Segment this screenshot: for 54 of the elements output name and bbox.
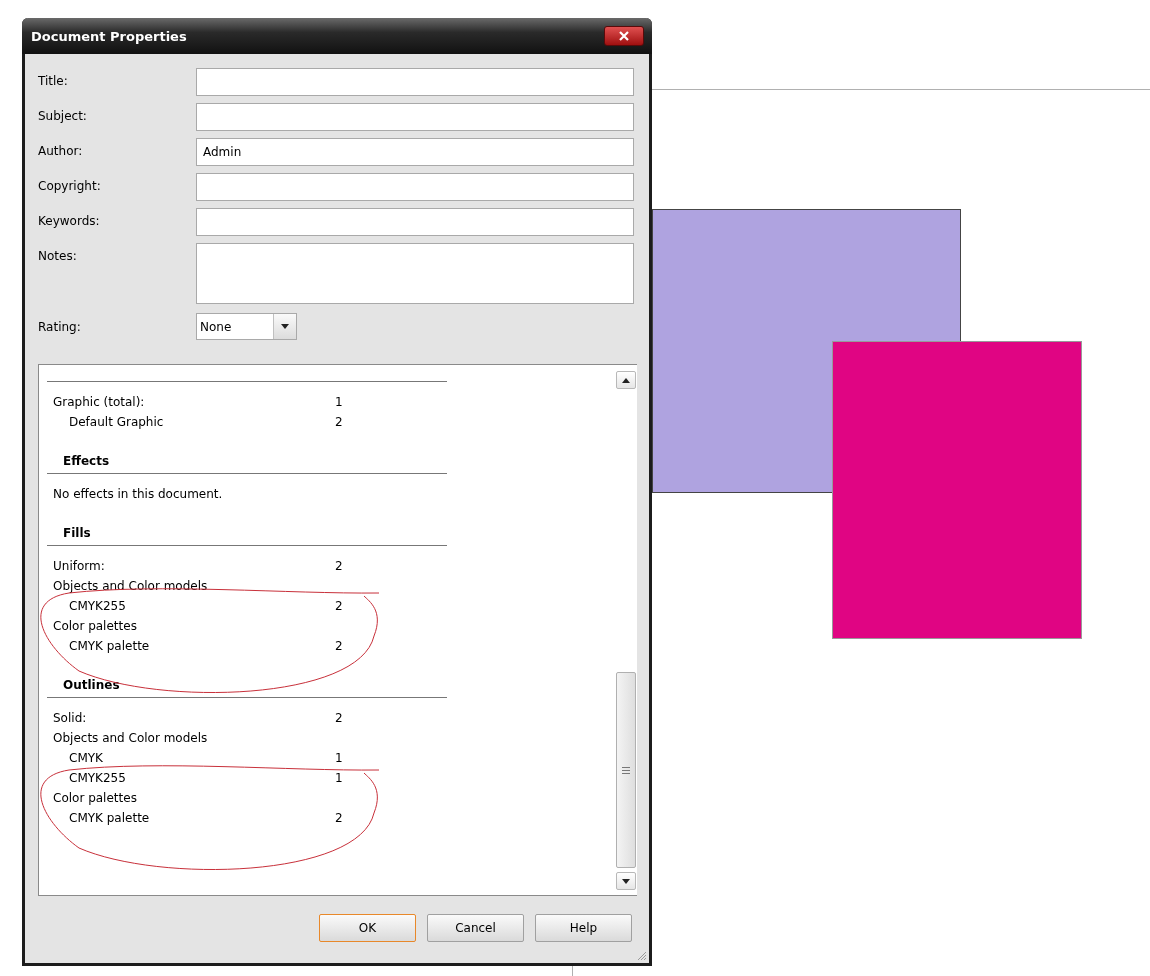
report-label: Graphic (total):: [53, 395, 146, 409]
field-label: Author:: [38, 143, 84, 158]
dialog-button[interactable]: Help: [535, 914, 632, 942]
report-label: CMYK palette: [69, 639, 151, 653]
report-note: No effects in this document.: [52, 486, 224, 503]
field-label: Subject:: [38, 108, 88, 123]
window-title: Document Properties: [31, 28, 187, 44]
field-label: Keywords:: [38, 213, 101, 228]
report-label: Color palettes: [53, 791, 138, 805]
field-label: Rating:: [38, 319, 82, 334]
report-value: 2: [335, 599, 344, 613]
report-value: 2: [335, 639, 344, 653]
section-heading: Outlines: [47, 678, 447, 698]
scroll-thumb[interactable]: [616, 672, 636, 868]
report-value: 2: [335, 711, 344, 725]
report-value: 2: [335, 811, 344, 825]
report-label: Objects and Color models: [53, 731, 209, 745]
report-label: CMYK palette: [69, 811, 151, 825]
input-field[interactable]: [196, 103, 634, 131]
rating-dropdown[interactable]: None: [196, 313, 297, 340]
input-field[interactable]: Admin: [196, 138, 634, 166]
report-label: Uniform:: [53, 559, 106, 573]
notes-field[interactable]: [196, 243, 634, 304]
dialog-button[interactable]: OK: [319, 914, 416, 942]
report-label: Color palettes: [53, 619, 138, 633]
report-label: Solid:: [53, 711, 88, 725]
dialog-button[interactable]: Cancel: [427, 914, 524, 942]
report-value: 2: [335, 415, 344, 429]
close-button[interactable]: [604, 26, 644, 46]
field-label: Title:: [38, 73, 69, 88]
report-value: 1: [335, 771, 344, 785]
report-value: 1: [335, 751, 344, 765]
report-label: Objects and Color models: [53, 579, 209, 593]
input-field[interactable]: [196, 208, 634, 236]
close-icon: [619, 31, 629, 41]
down-arrow-icon: [622, 878, 630, 884]
report-value: 2: [335, 559, 344, 573]
caret-icon: [281, 324, 289, 329]
report-value: 1: [335, 395, 344, 409]
report-label: CMYK255: [69, 771, 127, 785]
resize-grip-icon: [637, 951, 647, 961]
field-label: Notes:: [38, 248, 78, 263]
section-heading: Effects: [47, 454, 447, 474]
up-arrow-icon: [622, 377, 630, 383]
report-label: Default Graphic: [69, 415, 165, 429]
field-label: Copyright:: [38, 178, 102, 193]
scroll-down-button[interactable]: [616, 872, 636, 890]
input-field[interactable]: [196, 68, 634, 96]
section-heading: Fills: [47, 526, 447, 546]
scroll-up-button[interactable]: [616, 371, 636, 389]
report-label: CMYK255: [69, 599, 127, 613]
input-field[interactable]: [196, 173, 634, 201]
grip-icon: [622, 766, 630, 774]
report-label: CMYK: [69, 751, 104, 765]
